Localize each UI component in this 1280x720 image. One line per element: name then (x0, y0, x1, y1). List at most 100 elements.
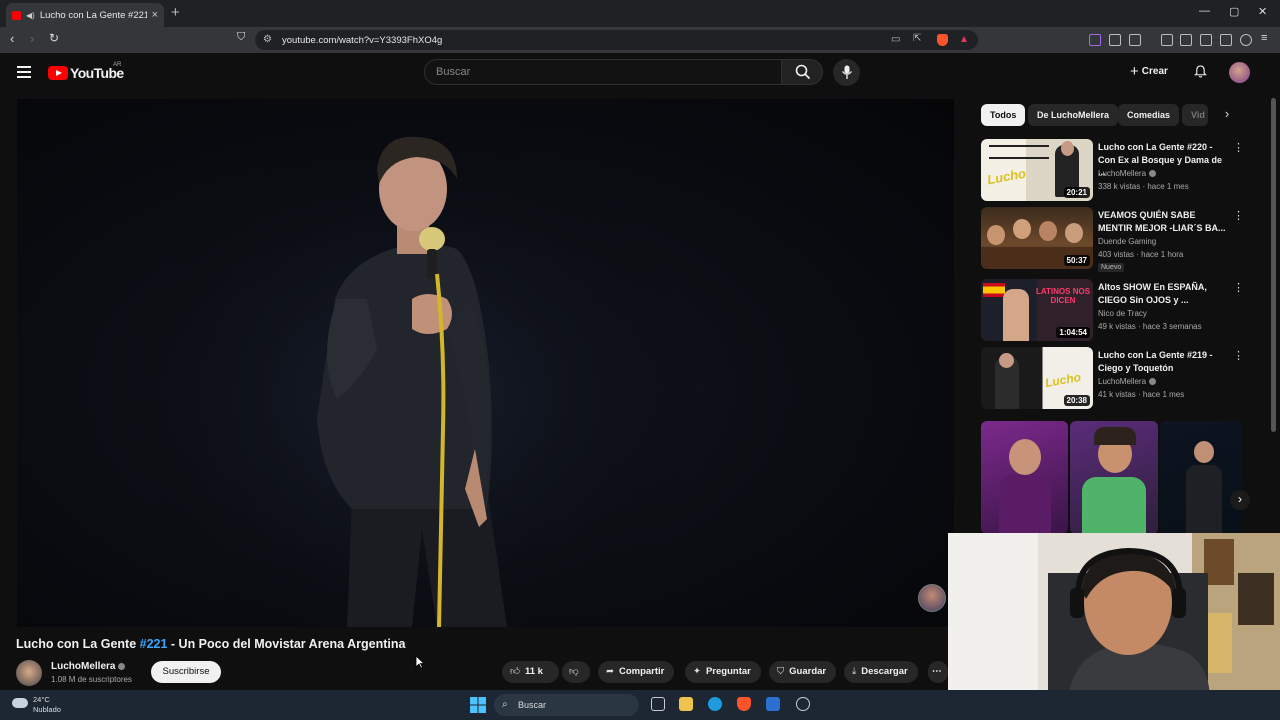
create-button[interactable]: + Crear (1130, 63, 1168, 80)
sidebar-scrollbar[interactable] (1271, 98, 1276, 432)
mouse-cursor-icon (415, 655, 425, 669)
video-duration: 20:21 (1063, 187, 1090, 198)
share-label: Compartir (618, 666, 665, 677)
music-icon[interactable] (1161, 34, 1173, 46)
video-thumbnail[interactable]: 50:37 (981, 207, 1093, 269)
chip-comedies[interactable]: Comedias (1118, 104, 1180, 126)
subscribe-button[interactable]: Suscribirse (151, 661, 221, 683)
photos-app-icon[interactable] (766, 697, 780, 711)
video-thumbnail[interactable]: Lucho 20:21 (981, 139, 1093, 201)
notifications-bell-icon[interactable] (1194, 65, 1207, 78)
more-actions-button[interactable]: ⋯ (928, 661, 948, 683)
save-button[interactable]: ⛉ Guardar (769, 661, 837, 683)
tab-close-icon[interactable]: × (152, 9, 158, 21)
recommendation-meta: 49 k vistas · hace 3 semanas (1098, 322, 1202, 331)
chip-from-channel[interactable]: De LuchoMellera (1028, 104, 1119, 126)
recommendation-channel[interactable]: LuchoMellera (1098, 169, 1157, 178)
channel-name[interactable]: LuchoMellera (51, 661, 126, 672)
short-thumbnail[interactable] (981, 421, 1068, 534)
cast-icon[interactable]: ▭ (891, 34, 900, 45)
shelf-next-icon[interactable]: › (1230, 490, 1250, 510)
short-thumbnail[interactable] (1160, 421, 1242, 534)
close-window-button[interactable]: ✕ (1258, 5, 1267, 18)
chips-next-icon[interactable]: › (1218, 106, 1236, 124)
more-options-icon[interactable]: ⋮ (1233, 349, 1244, 362)
task-view-icon[interactable] (651, 697, 665, 711)
forward-icon[interactable]: › (30, 31, 34, 46)
share-arrow-icon: ➦ (606, 666, 614, 677)
webcam-streamer (948, 533, 1280, 700)
bookmark-icon[interactable]: ⛉ (237, 31, 245, 44)
video-player[interactable] (17, 99, 954, 627)
brave-shield-icon[interactable] (937, 34, 948, 46)
share-icon[interactable]: ⇱ (913, 33, 921, 44)
recommendation-item[interactable]: LATINOS NOS DICEN 1:04:54 Altos SHOW En … (981, 279, 1244, 341)
ask-button[interactable]: ✦ Preguntar (685, 661, 761, 683)
voice-search-button[interactable] (833, 59, 860, 86)
recommendation-channel[interactable]: Duende Gaming (1098, 237, 1156, 246)
search-button[interactable] (781, 59, 823, 85)
youtube-favicon-icon (12, 10, 21, 20)
recommendation-item[interactable]: Lucho 20:21 Lucho con La Gente #220 - Co… (981, 139, 1244, 201)
sparkle-icon: ✦ (693, 666, 701, 677)
youtube-logo-icon[interactable] (48, 66, 68, 80)
short-thumbnail[interactable] (1070, 421, 1158, 534)
recommendation-channel[interactable]: Nico de Tracy (1098, 309, 1147, 318)
brave-rewards-icon[interactable]: ▲ (959, 34, 969, 45)
chip-videos[interactable]: Vid (1182, 104, 1208, 126)
recommendation-channel-label: LuchoMellera (1098, 169, 1147, 178)
address-bar[interactable]: ⚙ youtube.com/watch?v=Y3393FhXO4g ▭ ⇱ ▲ (255, 30, 978, 50)
maximize-button[interactable]: ▢ (1229, 5, 1239, 18)
recommendation-item[interactable]: 50:37 VEAMOS QUIÉN SABE MENTIR MEJOR -LI… (981, 207, 1244, 272)
wallet-icon[interactable] (1200, 34, 1212, 46)
search-input[interactable]: Buscar (424, 59, 782, 85)
share-button[interactable]: ➦ Compartir (598, 661, 675, 683)
verified-icon (1149, 170, 1157, 177)
video-thumbnail[interactable]: LATINOS NOS DICEN 1:04:54 (981, 279, 1093, 341)
file-explorer-icon[interactable] (679, 697, 693, 711)
taskbar-search[interactable]: ⌕ Buscar (494, 694, 639, 716)
dislike-button[interactable]: 👎︎ (562, 661, 590, 683)
brave-browser-icon[interactable] (737, 697, 751, 711)
chip-all[interactable]: Todos (981, 104, 1026, 126)
extensions-puzzle-icon[interactable] (1109, 34, 1121, 46)
subscriber-count: 1.08 M de suscriptores (51, 675, 132, 684)
recommendation-item[interactable]: Lucho 20:38 Lucho con La Gente #219 - Ci… (981, 347, 1244, 409)
more-options-icon[interactable]: ⋮ (1233, 141, 1244, 154)
new-tab-button[interactable]: + (171, 4, 180, 21)
video-title-hashtag[interactable]: #221 (140, 637, 168, 651)
wallet-icon[interactable] (1129, 34, 1141, 46)
minimize-button[interactable]: — (1199, 5, 1210, 17)
recommendation-title[interactable]: Altos SHOW En ESPAÑA, CIEGO Sin OJOS y .… (1098, 281, 1228, 306)
account-avatar[interactable] (1229, 62, 1250, 83)
vpn-shield-icon[interactable] (1240, 34, 1252, 46)
channel-avatar[interactable] (16, 660, 42, 686)
hamburger-menu-icon[interactable] (17, 66, 31, 81)
more-options-icon[interactable]: ⋮ (1233, 281, 1244, 294)
menu-icon[interactable]: ≡ (1261, 32, 1267, 44)
recommendation-title[interactable]: Lucho con La Gente #219 - Ciego y Toquet… (1098, 349, 1228, 374)
browser-tab-active[interactable]: ◀) Lucho con La Gente #221 - U × (6, 3, 164, 27)
thumbs-up-icon: 👍︎ (510, 666, 520, 677)
back-icon[interactable]: ‹ (10, 31, 14, 46)
obs-studio-icon[interactable] (796, 697, 810, 711)
download-label: Descargar (861, 666, 908, 677)
video-thumbnail[interactable]: Lucho 20:38 (981, 347, 1093, 409)
edge-browser-icon[interactable] (708, 697, 722, 711)
recommendation-title[interactable]: VEAMOS QUIÉN SABE MENTIR MEJOR -LIAR´S B… (1098, 209, 1228, 234)
download-button[interactable]: ⤓ Descargar (844, 661, 918, 683)
recommendation-channel[interactable]: LuchoMellera (1098, 377, 1157, 386)
more-options-icon[interactable]: ⋮ (1233, 209, 1244, 222)
leo-ai-icon[interactable] (1220, 34, 1232, 46)
like-button[interactable]: 👍︎ 11 k (502, 661, 559, 683)
reload-icon[interactable]: ↻ (49, 31, 59, 45)
taskbar-search-label: Buscar (518, 700, 547, 710)
extension-icon[interactable] (1089, 34, 1101, 46)
site-settings-icon[interactable]: ⚙ (263, 34, 272, 45)
plus-icon: + (1130, 63, 1139, 80)
search-icon: ⌕ (502, 699, 508, 710)
sidebar-icon[interactable] (1180, 34, 1192, 46)
video-duration: 20:38 (1063, 395, 1090, 406)
weather-widget[interactable]: 24°C Nublado (12, 695, 61, 715)
windows-start-icon[interactable] (470, 697, 486, 713)
